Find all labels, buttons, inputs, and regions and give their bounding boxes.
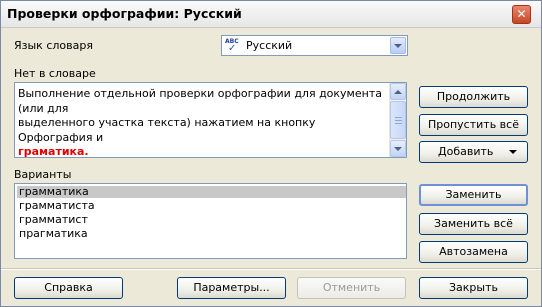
add-button-label: Добавить	[438, 145, 494, 158]
grip-line	[395, 123, 402, 124]
grip-line	[395, 117, 402, 118]
dictionary-language-value: Русский	[246, 39, 293, 52]
skip-all-button[interactable]: Пропустить всё	[419, 114, 528, 136]
dialog-title: Проверки орфографии: Русский	[7, 6, 242, 21]
suggestion-item[interactable]: грамматика	[17, 186, 406, 198]
chevron-down-icon	[394, 146, 402, 151]
sentence-line-1: Выполнение отдельной проверки орфографии…	[18, 87, 382, 115]
replace-button[interactable]: Заменить	[419, 184, 528, 206]
title-bar[interactable]: Проверки орфографии: Русский ✕	[1, 1, 541, 28]
add-button[interactable]: Добавить	[419, 141, 528, 163]
sentence-line-2: выделенного участка текста) нажатием на …	[18, 116, 316, 144]
cancel-button: Отменить	[297, 277, 406, 299]
misspelled-word: граматика.	[18, 145, 89, 158]
suggestion-item[interactable]: грамматист	[17, 214, 406, 226]
dropdown-arrow-button[interactable]	[390, 37, 406, 54]
chevron-up-icon	[394, 89, 402, 94]
sentence-text: Выполнение отдельной проверки орфографии…	[18, 87, 388, 158]
dropdown-arrow-icon	[509, 150, 517, 154]
dictionary-language-select[interactable]: ABC ✓ Русский	[221, 35, 408, 56]
spellcheck-dialog: Проверки орфографии: Русский ✕ Язык слов…	[0, 0, 542, 307]
suggestion-item[interactable]: грамматиста	[17, 200, 406, 212]
scroll-up-button[interactable]	[390, 83, 406, 100]
continue-button[interactable]: Продолжить	[419, 86, 528, 108]
suggestion-item[interactable]: прагматика	[17, 228, 406, 240]
suggestions-list[interactable]: грамматика грамматиста грамматист прагма…	[14, 183, 407, 259]
scroll-thumb[interactable]	[390, 101, 406, 139]
footer-separator	[1, 268, 541, 270]
help-button[interactable]: Справка	[14, 277, 123, 299]
abc-spellcheck-icon: ABC ✓	[225, 38, 239, 54]
grip-line	[395, 120, 402, 121]
options-button[interactable]: Параметры...	[177, 277, 286, 299]
dictionary-language-label: Язык словаря	[14, 39, 93, 52]
chevron-down-icon	[394, 43, 402, 48]
autocorrect-button[interactable]: Автозамена	[419, 241, 528, 263]
suggestions-label: Варианты	[14, 168, 72, 181]
replace-all-button[interactable]: Заменить всё	[419, 213, 528, 235]
scroll-down-button[interactable]	[390, 140, 406, 157]
not-in-dictionary-text[interactable]: Выполнение отдельной проверки орфографии…	[14, 82, 407, 158]
close-button[interactable]: Закрыть	[419, 277, 528, 299]
not-in-dictionary-label: Нет в словаре	[14, 67, 96, 80]
text-scrollbar[interactable]	[389, 83, 406, 157]
close-window-button[interactable]: ✕	[512, 5, 531, 24]
